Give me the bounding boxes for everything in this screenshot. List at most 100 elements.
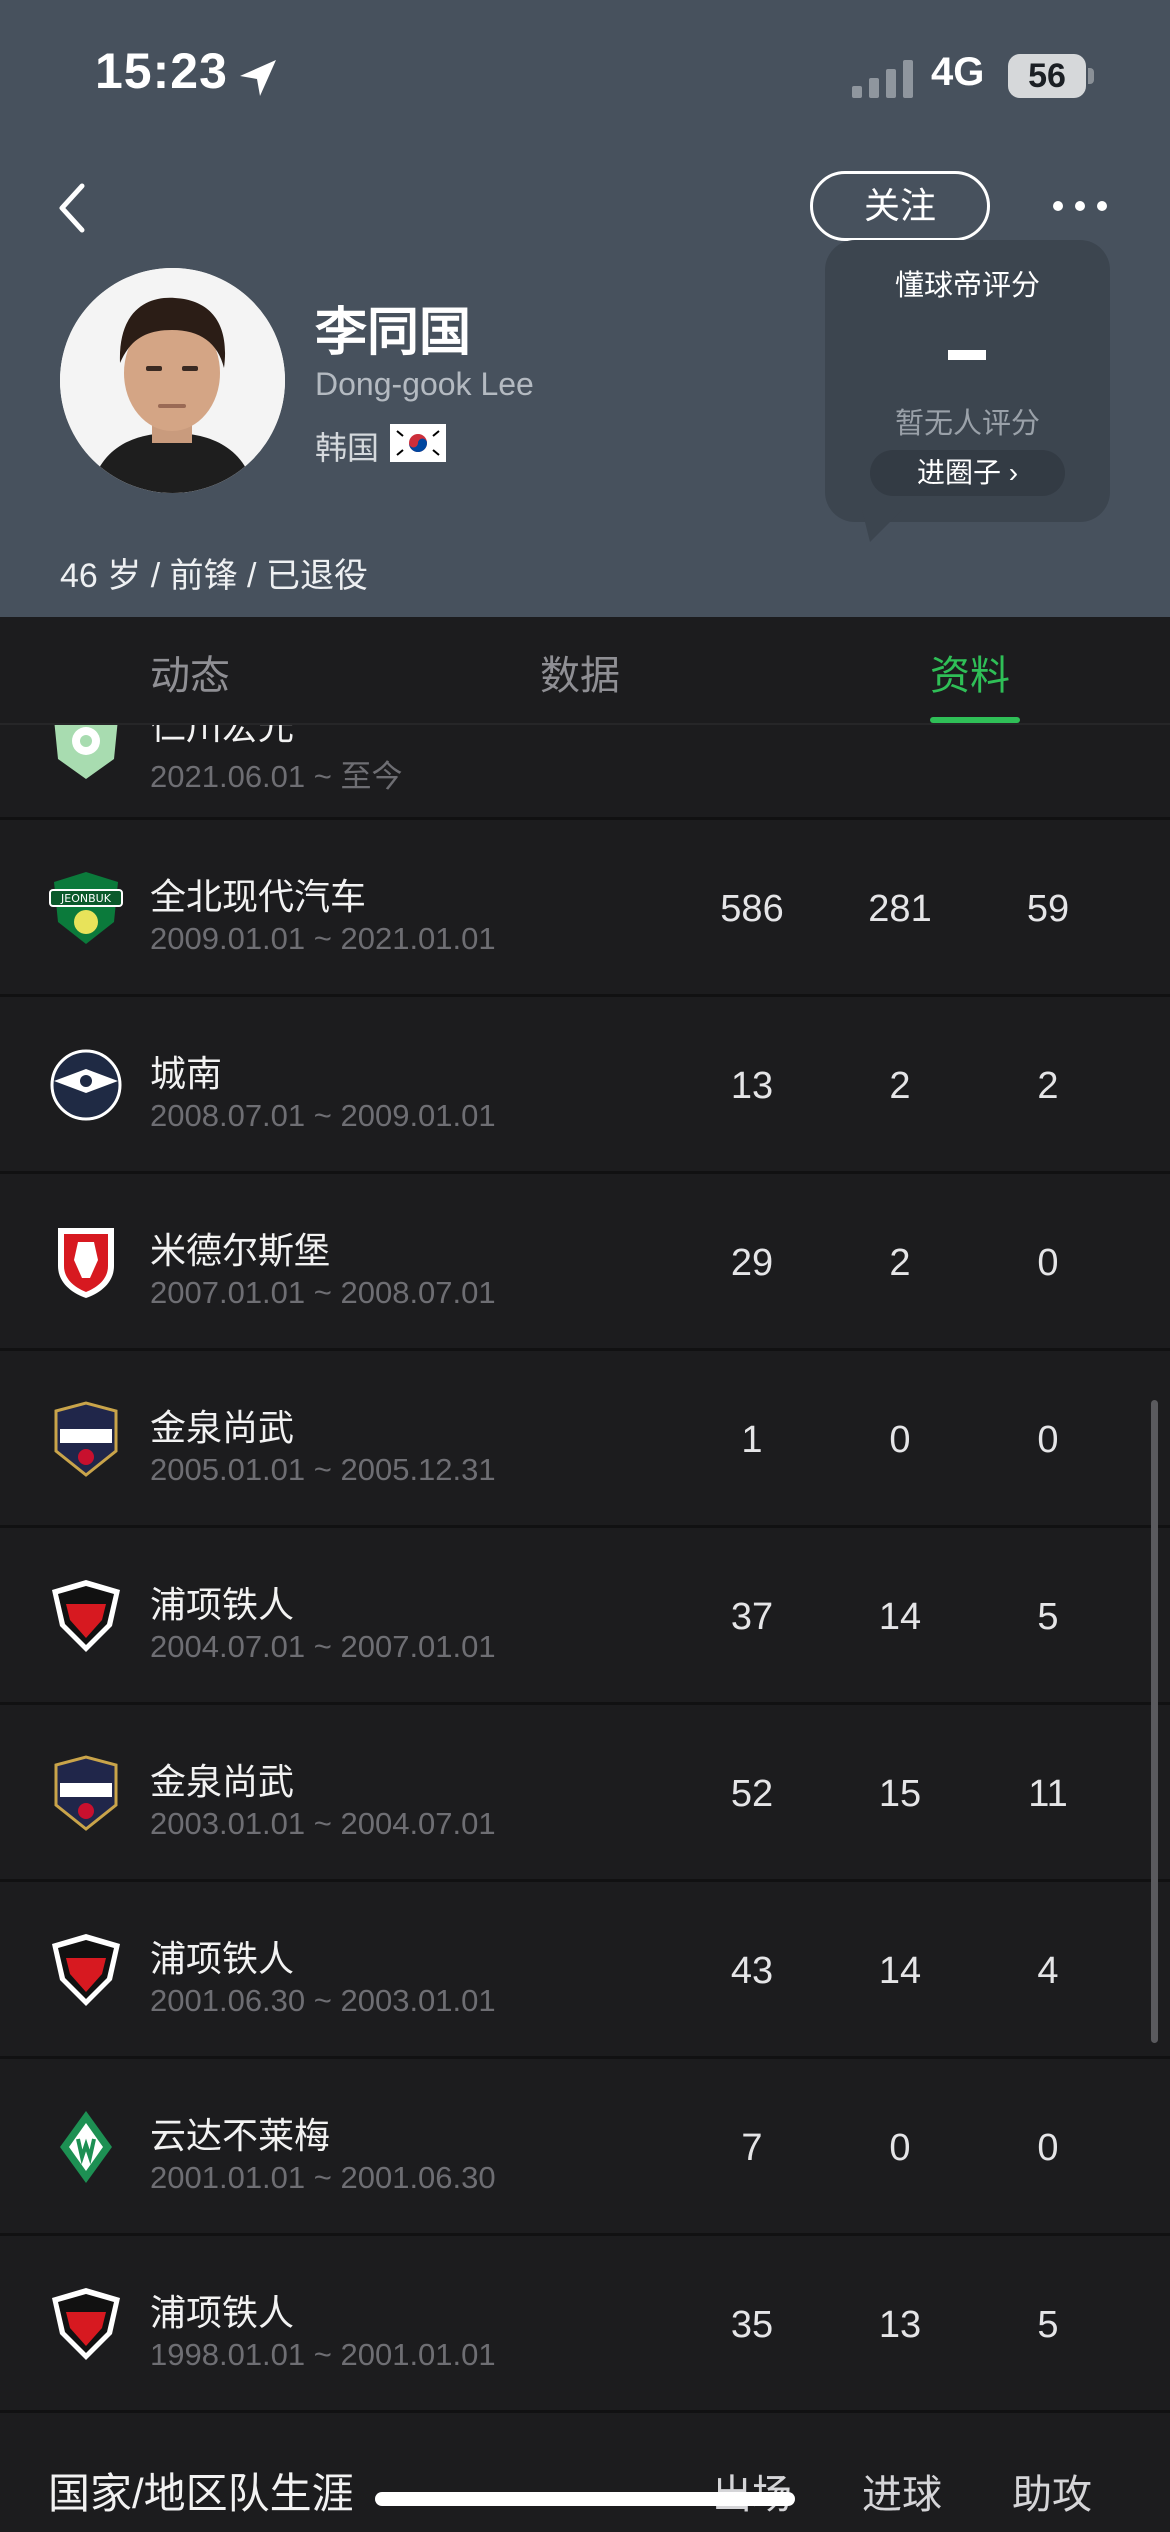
player-photo-icon	[60, 268, 285, 493]
stat-appearances: 29	[730, 1242, 774, 1284]
club-dates: 2001.06.30 ~ 2003.01.01	[150, 1983, 496, 2018]
stat-goals: 281	[868, 888, 932, 930]
column-assists: 助攻	[1012, 2473, 1092, 2517]
pohang-logo-icon	[52, 1934, 120, 2006]
stat-goals: 2	[889, 1242, 911, 1284]
stat-appearances: 37	[730, 1596, 774, 1638]
scrollbar-thumb[interactable]	[1151, 1400, 1158, 2043]
club-row[interactable]: 仁川宏光 2021.06.01 ~ 至今	[0, 725, 1170, 820]
network-type: 4G	[931, 50, 985, 94]
club-row[interactable]: 金泉尚武 2005.01.01 ~ 2005.12.31 1 0 0	[0, 1351, 1170, 1528]
stat-goals: 13	[878, 2304, 922, 2346]
battery-icon: 56	[1008, 54, 1086, 98]
stat-goals: 14	[878, 1950, 922, 1992]
stat-appearances: 13	[730, 1065, 774, 1107]
battery-tip	[1088, 68, 1094, 84]
jeonbuk-logo-icon: JEONBUK	[49, 872, 123, 944]
pohang-logo-icon	[52, 2288, 120, 2360]
status-bar: 15:23 4G 56	[0, 0, 1170, 150]
club-row[interactable]: 金泉尚武 2003.01.01 ~ 2004.07.01 52 15 11	[0, 1705, 1170, 1882]
status-time: 15:23	[95, 43, 228, 99]
gimcheon-logo-icon	[54, 1401, 118, 1477]
club-name: 城南	[150, 1053, 223, 1094]
location-arrow-icon	[240, 60, 276, 96]
club-dates: 2004.07.01 ~ 2007.01.01	[150, 1629, 496, 1664]
rating-title: 懂球帝评分	[894, 270, 1040, 302]
column-goals: 进球	[862, 2473, 942, 2517]
gimcheon-logo-icon	[54, 1755, 118, 1831]
player-country: 韩国	[315, 430, 380, 466]
stat-assists: 0	[1037, 1419, 1059, 1461]
stat-assists: 4	[1037, 1950, 1059, 1992]
stat-appearances: 43	[730, 1950, 774, 1992]
middlesbrough-logo-icon	[58, 1228, 114, 1298]
battery-level: 56	[1028, 57, 1066, 95]
national-team-header: 国家/地区队生涯 出场 进球 助攻	[0, 2442, 1170, 2532]
club-name: 浦项铁人	[150, 1938, 295, 1979]
bremen-logo-icon	[60, 2111, 112, 2183]
club-name: 金泉尚武	[150, 1407, 295, 1448]
club-row[interactable]: 米德尔斯堡 2007.01.01 ~ 2008.07.01 29 2 0	[0, 1174, 1170, 1351]
club-career-list[interactable]: 仁川宏光 2021.06.01 ~ 至今 JEONBUK 全北现代汽车 2009…	[0, 725, 1170, 2442]
stat-assists: 5	[1037, 1596, 1059, 1638]
stat-appearances: 52	[730, 1773, 774, 1815]
stat-assists: 59	[1026, 888, 1070, 930]
enter-circle-button[interactable]: 进圈子 ›	[870, 450, 1065, 496]
club-dates: 2005.01.01 ~ 2005.12.31	[150, 1452, 496, 1487]
tab-news[interactable]: 动态	[150, 643, 230, 701]
stat-assists: 2	[1037, 1065, 1059, 1107]
speech-tail-icon	[862, 510, 902, 542]
home-indicator[interactable]	[375, 2492, 795, 2506]
national-team-title: 国家/地区队生涯	[48, 2470, 354, 2517]
club-row[interactable]: JEONBUK 全北现代汽车 2009.01.01 ~ 2021.01.01 5…	[0, 820, 1170, 997]
club-name: 米德尔斯堡	[150, 1230, 331, 1271]
svg-text:JEONBUK: JEONBUK	[60, 892, 112, 905]
tab-bar: 动态 数据 资料	[0, 617, 1170, 725]
player-bio: 46 岁 / 前锋 / 已退役	[60, 557, 368, 595]
club-row[interactable]: 云达不莱梅 2001.01.01 ~ 2001.06.30 7 0 0	[0, 2059, 1170, 2236]
rating-value	[948, 350, 986, 360]
club-dates: 2001.01.01 ~ 2001.06.30	[150, 2160, 496, 2195]
stat-assists: 11	[1028, 1773, 1068, 1815]
more-options-icon[interactable]	[1050, 194, 1110, 218]
incheon-logo-icon	[54, 725, 118, 779]
player-avatar	[60, 268, 285, 493]
club-name: 浦项铁人	[150, 1584, 295, 1625]
stat-assists: 0	[1037, 2127, 1059, 2169]
rating-card[interactable]: 懂球帝评分 暂无人评分 进圈子 ›	[825, 240, 1110, 522]
tab-profile[interactable]: 资料	[930, 643, 1010, 701]
rating-status: 暂无人评分	[894, 408, 1040, 440]
club-dates: 2008.07.01 ~ 2009.01.01	[150, 1098, 496, 1133]
player-header: 15:23 4G 56 关注 李同国 Dong-gook Lee 韩国 46 岁…	[0, 0, 1170, 617]
stat-appearances: 7	[741, 2127, 763, 2169]
player-english-name: Dong-gook Lee	[315, 366, 534, 402]
pohang-logo-icon	[52, 1580, 120, 1652]
follow-button[interactable]: 关注	[810, 171, 990, 241]
stat-goals: 2	[889, 1065, 911, 1107]
column-appearances: 出场	[692, 2462, 812, 2520]
club-dates: 2007.01.01 ~ 2008.07.01	[150, 1275, 496, 1310]
stat-goals: 0	[889, 2127, 911, 2169]
club-row[interactable]: 浦项铁人 2001.06.30 ~ 2003.01.01 43 14 4	[0, 1882, 1170, 2059]
back-chevron-icon[interactable]	[48, 172, 98, 244]
club-name: 金泉尚武	[150, 1761, 295, 1802]
player-name: 李同国	[315, 304, 472, 362]
club-name: 仁川宏光	[150, 725, 295, 747]
stat-goals: 14	[878, 1596, 922, 1638]
south-korea-flag-icon	[390, 424, 446, 462]
club-row[interactable]: 城南 2008.07.01 ~ 2009.01.01 13 2 2	[0, 997, 1170, 1174]
club-name: 浦项铁人	[150, 2292, 295, 2333]
stat-appearances: 1	[741, 1419, 763, 1461]
club-row[interactable]: 浦项铁人 2004.07.01 ~ 2007.01.01 37 14 5	[0, 1528, 1170, 1705]
club-row[interactable]: 浦项铁人 1998.01.01 ~ 2001.01.01 35 13 5	[0, 2236, 1170, 2413]
club-name: 全北现代汽车	[150, 876, 367, 917]
stat-goals: 15	[878, 1773, 922, 1815]
club-dates: 2009.01.01 ~ 2021.01.01	[150, 921, 496, 956]
seongnam-logo-icon	[50, 1049, 122, 1121]
club-dates: 1998.01.01 ~ 2001.01.01	[150, 2337, 496, 2372]
stat-assists: 5	[1037, 2304, 1059, 2346]
tab-stats[interactable]: 数据	[540, 643, 620, 701]
stat-appearances: 586	[720, 888, 784, 930]
stat-appearances: 35	[730, 2304, 774, 2346]
stat-goals: 0	[889, 1419, 911, 1461]
